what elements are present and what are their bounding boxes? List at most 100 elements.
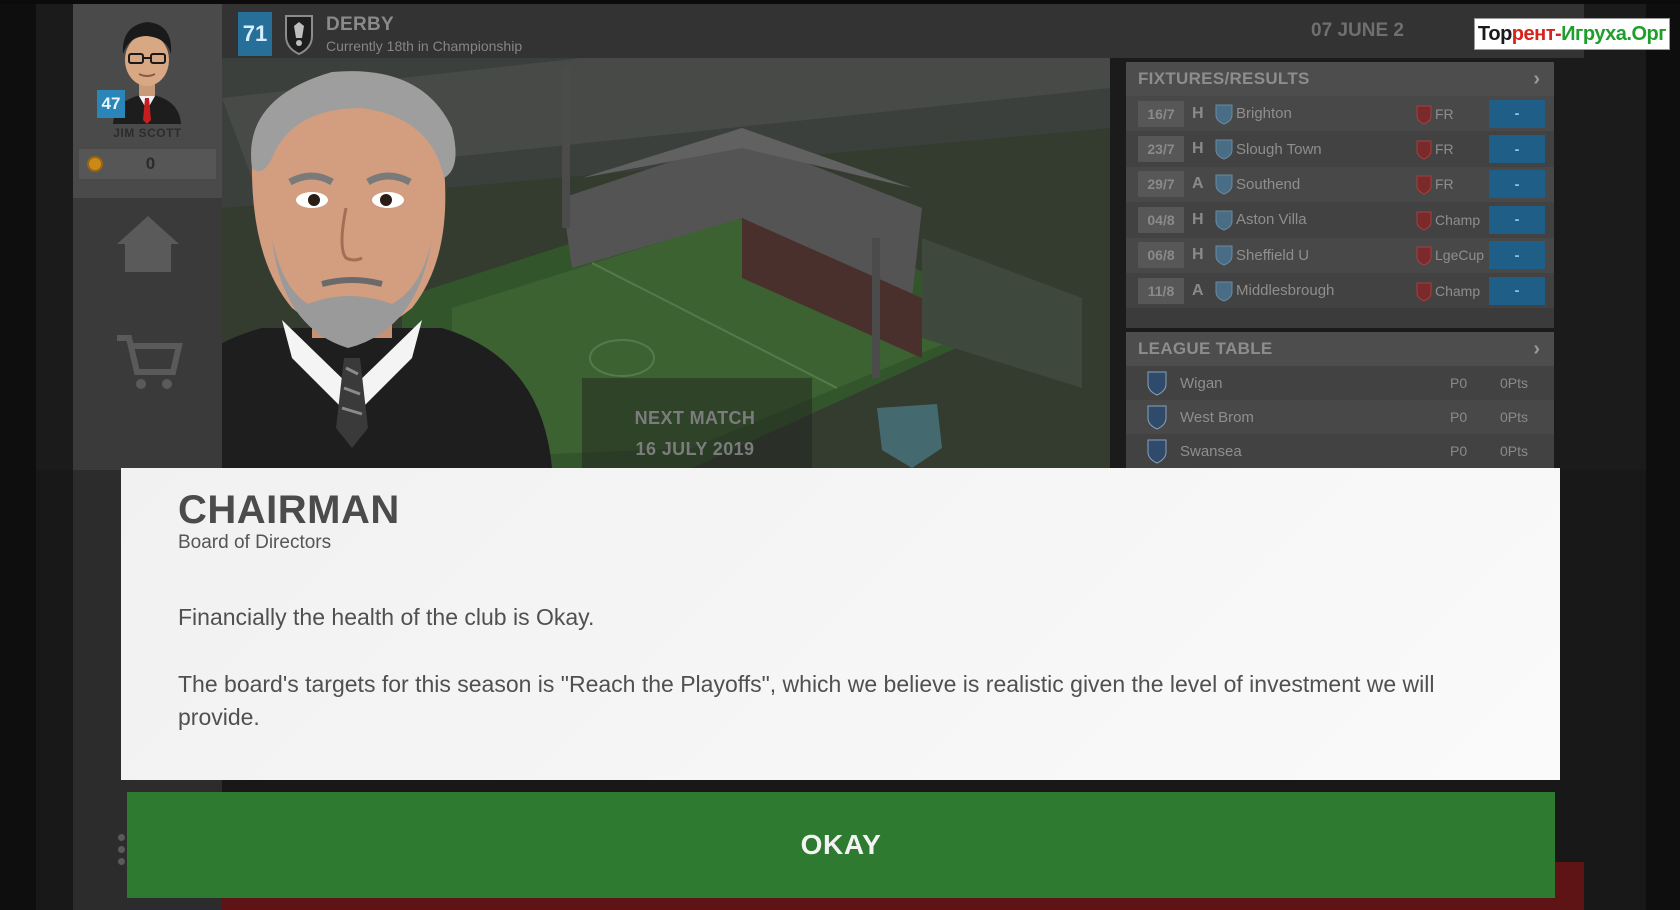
frame-left	[0, 0, 36, 910]
dialog-message-finance: Financially the health of the club is Ok…	[178, 604, 595, 630]
fixtures-panel: FIXTURES/RESULTS › 16/7 H Brighton FR - 23/7 H…	[1126, 62, 1554, 328]
okay-button[interactable]: OKAY	[127, 792, 1555, 898]
chairman-portrait	[222, 71, 552, 468]
fixture-row[interactable]: 06/8 H Sheffield U LgeCup -	[1126, 237, 1554, 273]
dialog-message-targets: The board's targets for this season is "…	[178, 671, 1435, 730]
watermark-logo: Тор рент- Игруха.Орг	[1474, 18, 1670, 50]
more-options-icon[interactable]	[118, 834, 126, 870]
fixture-result[interactable]: -	[1489, 99, 1545, 128]
competition-icon	[1414, 244, 1434, 266]
team-crest-icon	[1214, 209, 1234, 231]
frame-right	[1646, 0, 1680, 910]
competition-icon	[1414, 173, 1434, 196]
fixture-row[interactable]: 23/7 H Slough Town FR -	[1126, 131, 1554, 167]
league-played: P0	[1450, 443, 1468, 459]
next-match-label: NEXT MATCH	[634, 408, 756, 428]
fixture-date: 06/8	[1138, 242, 1184, 269]
fixture-opponent: Middlesbrough	[1236, 282, 1335, 300]
stadium-scene: NEXT MATCH 16 JULY 2019	[222, 58, 1110, 468]
game-screen: 71 DERBY Currently 18th in Championship …	[0, 0, 1680, 910]
fixture-venue: A	[1192, 175, 1204, 193]
league-points: 0Pts	[1500, 375, 1529, 391]
coin-icon	[87, 156, 103, 172]
fixture-result[interactable]: -	[1489, 135, 1545, 164]
fixture-competition: LgeCup	[1435, 247, 1485, 264]
team-crest-icon	[1214, 280, 1234, 302]
team-crest-icon	[1214, 103, 1234, 125]
team-crest-icon	[1214, 244, 1234, 266]
fixture-result[interactable]: -	[1489, 241, 1545, 270]
dialog-subtitle: Board of Directors	[178, 532, 332, 553]
fixture-row[interactable]: 11/8 A Middlesbrough Champ -	[1126, 272, 1554, 309]
league-played: P0	[1450, 409, 1468, 425]
fixture-competition: FR	[1435, 141, 1454, 158]
coin-count: 0	[145, 154, 156, 173]
fixture-competition: Champ	[1435, 282, 1481, 299]
fixture-opponent: Southend	[1236, 175, 1301, 193]
league-table-panel: LEAGUE TABLE › Wigan P0 0Pts West Brom P0 0Pt…	[1126, 332, 1554, 468]
competition-icon	[1414, 103, 1434, 125]
chairman-dialog: CHAIRMAN Board of Directors Financially …	[121, 468, 1560, 780]
league-played: P0	[1450, 375, 1468, 391]
team-crest-icon	[1214, 138, 1234, 160]
fixture-venue: H	[1192, 104, 1204, 122]
fixture-competition: FR	[1435, 105, 1454, 122]
fixtures-title: FIXTURES/RESULTS	[1138, 69, 1310, 88]
fixtures-header[interactable]: FIXTURES/RESULTS ›	[1126, 62, 1554, 96]
next-match-date: 16 JULY 2019	[635, 439, 755, 459]
manager-profile[interactable]: 47 JIM SCOTT 0	[73, 4, 222, 198]
fixture-row[interactable]: 29/7 A Southend FR -	[1126, 166, 1554, 203]
club-crest-icon	[282, 12, 316, 56]
cart-icon[interactable]	[103, 322, 193, 402]
fixture-venue: H	[1192, 210, 1204, 228]
next-match-info[interactable]: NEXT MATCH 16 JULY 2019	[602, 408, 788, 460]
coins-balance[interactable]: 0	[79, 149, 216, 179]
fixture-competition: Champ	[1435, 211, 1481, 228]
home-icon[interactable]	[103, 204, 193, 284]
league-team-name: Swansea	[1180, 442, 1242, 460]
fixture-row[interactable]: 16/7 H Brighton FR -	[1126, 96, 1554, 132]
fixture-opponent: Brighton	[1236, 105, 1292, 123]
league-table-header[interactable]: LEAGUE TABLE ›	[1126, 332, 1554, 366]
fixture-opponent: Slough Town	[1236, 140, 1322, 158]
fixture-venue: H	[1192, 246, 1204, 264]
fixtures-list: 16/7 H Brighton FR - 23/7 H Slough Town FR - 29/7 A…	[1126, 96, 1554, 309]
fixture-result[interactable]: -	[1489, 170, 1545, 199]
fixture-date: 04/8	[1138, 206, 1184, 233]
league-table-row[interactable]: Wigan P0 0Pts	[1126, 366, 1554, 400]
fixture-venue: H	[1192, 140, 1204, 158]
fixture-date: 23/7	[1138, 136, 1184, 163]
fixture-date: 29/7	[1138, 171, 1184, 198]
chevron-right-icon[interactable]: ›	[1533, 338, 1540, 361]
team-crest-icon	[1146, 438, 1168, 464]
fixture-row[interactable]: 04/8 H Aston Villa Champ -	[1126, 202, 1554, 238]
club-name: DERBY	[326, 14, 395, 35]
competition-icon	[1414, 209, 1434, 231]
team-crest-icon	[1146, 404, 1168, 430]
club-rating-badge: 71	[238, 12, 272, 56]
dialog-title: CHAIRMAN	[178, 488, 400, 532]
fixture-competition: FR	[1435, 176, 1454, 193]
fixture-date: 16/7	[1138, 100, 1184, 127]
top-bar: 71 DERBY Currently 18th in Championship …	[222, 4, 1584, 58]
league-table-list: Wigan P0 0Pts West Brom P0 0Pts Swansea P0 0Pts	[1126, 366, 1554, 468]
fixture-venue: A	[1192, 281, 1204, 299]
league-points: 0Pts	[1500, 409, 1529, 425]
fixture-opponent: Sheffield U	[1236, 246, 1310, 264]
fixture-result[interactable]: -	[1489, 276, 1545, 305]
club-league-position: Currently 18th in Championship	[326, 38, 523, 54]
chevron-right-icon[interactable]: ›	[1533, 68, 1540, 91]
team-crest-icon	[1214, 173, 1234, 196]
manager-name: JIM SCOTT	[113, 126, 182, 140]
manager-level-badge: 47	[97, 90, 125, 118]
league-table-row[interactable]: West Brom P0 0Pts	[1126, 400, 1554, 434]
league-table-row[interactable]: Swansea P0 0Pts	[1126, 434, 1554, 468]
team-crest-icon	[1146, 370, 1168, 396]
league-points: 0Pts	[1500, 443, 1529, 459]
game-date: 07 JUNE 2	[1311, 20, 1404, 41]
league-team-name: West Brom	[1180, 408, 1254, 426]
fixture-result[interactable]: -	[1489, 205, 1545, 234]
fixture-date: 11/8	[1138, 277, 1184, 304]
fixture-opponent: Aston Villa	[1236, 211, 1307, 229]
league-table-title: LEAGUE TABLE	[1138, 339, 1273, 358]
